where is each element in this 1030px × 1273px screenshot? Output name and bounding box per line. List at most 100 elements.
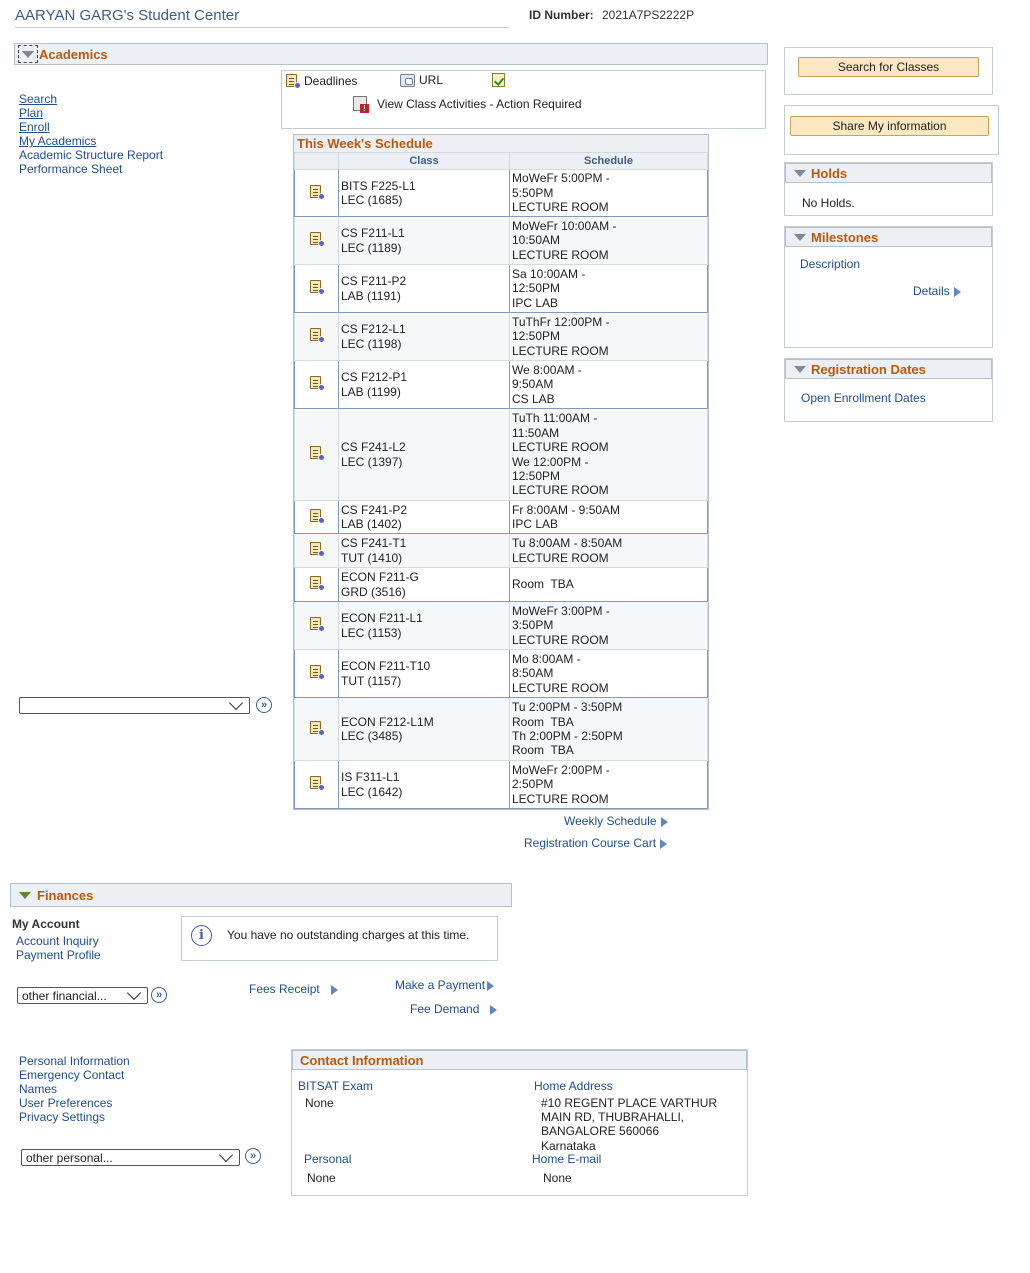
collapse-academics-toggle[interactable] — [18, 45, 38, 63]
academics-go-button[interactable]: » — [256, 697, 272, 713]
home-email-link[interactable]: Home E-mail — [532, 1152, 601, 1166]
home-address-link[interactable]: Home Address — [534, 1079, 613, 1093]
milestones-description-link[interactable]: Description — [800, 257, 860, 271]
url-link[interactable]: URL — [400, 73, 443, 87]
class-details-cell — [294, 312, 339, 361]
make-a-payment-link[interactable]: Make a Payment — [395, 978, 495, 992]
class-details-cell — [294, 408, 339, 501]
milestones-panel: Milestones Description Details — [784, 226, 993, 348]
class-cell: CS F212-L1 LEC (1198) — [338, 312, 510, 361]
class-details-icon[interactable] — [309, 575, 325, 592]
academic-structure-report-link[interactable]: Academic Structure Report — [19, 148, 163, 162]
schedule-row: CS F241-T1 TUT (1410) Tu 8:00AM - 8:50AM LE… — [294, 533, 708, 568]
schedule-row: CS F212-L1 LEC (1198) TuThFr 12:00PM -12:5… — [294, 312, 708, 361]
fees-receipt-link[interactable]: Fees Receipt — [249, 982, 338, 996]
class-column-header: Class — [338, 152, 510, 170]
collapse-triangle-icon[interactable] — [794, 233, 806, 241]
class-details-icon[interactable] — [309, 445, 325, 462]
payment-profile-link[interactable]: Payment Profile — [16, 948, 101, 962]
arrow-right-icon — [660, 838, 668, 849]
class-details-icon[interactable] — [309, 184, 325, 200]
schedule-line: Room TBA — [512, 743, 574, 758]
class-section: TUT (1410) — [341, 550, 403, 565]
schedule-line: 12:50PM — [512, 329, 561, 344]
schedule-line: 5:50PM — [512, 185, 554, 200]
class-cell: CS F211-L1 LEC (1189) — [338, 216, 510, 265]
search-for-classes-button[interactable]: Search for Classes — [798, 57, 979, 77]
class-details-icon[interactable] — [309, 616, 325, 633]
user-preferences-link[interactable]: User Preferences — [19, 1096, 112, 1110]
collapse-triangle-icon[interactable] — [794, 365, 806, 373]
search-link[interactable]: Search — [19, 92, 57, 106]
schedule-line: 8:50AM — [512, 666, 554, 681]
schedule-line: LECTURE ROOM — [512, 200, 609, 215]
emergency-contact-link[interactable]: Emergency Contact — [19, 1068, 124, 1082]
schedule-row: ECON F212-L1M LEC (3485) Tu 2:00PM - 3:50P… — [294, 697, 708, 761]
class-details-icon[interactable] — [309, 541, 325, 558]
plan-link[interactable]: Plan — [19, 106, 43, 120]
class-details-icon[interactable] — [309, 775, 325, 792]
personal-phone-link[interactable]: Personal — [304, 1152, 351, 1166]
academics-dropdown[interactable] — [19, 695, 250, 714]
personal-links: Personal Information Emergency Contact N… — [19, 1054, 130, 1124]
class-details-icon[interactable] — [309, 279, 325, 296]
class-details-icon[interactable] — [309, 375, 325, 392]
bitsat-exam-link[interactable]: BITSAT Exam — [298, 1079, 373, 1093]
performance-sheet-link[interactable]: Performance Sheet — [19, 162, 122, 176]
id-number-value: 2021A7PS2222P — [602, 8, 695, 22]
names-link[interactable]: Names — [19, 1082, 57, 1096]
schedule-cell: Mo 8:00AM -8:50AM LECTURE ROOM — [509, 649, 708, 698]
schedule-title: This Week's Schedule — [294, 135, 708, 152]
class-cell: CS F241-T1 TUT (1410) — [338, 533, 510, 568]
outstanding-charges-box: i You have no outstanding charges at thi… — [181, 916, 498, 961]
schedule-line: Room TBA — [512, 577, 574, 592]
other-personal-value: other personal... — [26, 1150, 113, 1165]
class-details-cell — [294, 360, 339, 409]
bitsat-exam-value: None — [305, 1096, 334, 1110]
share-info-box: Share My information — [784, 105, 999, 155]
schedule-cell: MoWeFr 5:00PM -5:50PM LECTURE ROOM — [509, 169, 708, 217]
fee-demand-link[interactable]: Fee Demand — [410, 1002, 498, 1016]
collapse-triangle-icon — [22, 50, 34, 58]
collapse-triangle-icon[interactable] — [19, 891, 31, 899]
enroll-link[interactable]: Enroll — [19, 120, 50, 134]
class-code: ECON F211-G — [341, 570, 419, 585]
class-cell: ECON F211-T10 TUT (1157) — [338, 649, 510, 698]
class-details-cell — [294, 216, 339, 265]
other-financial-dropdown[interactable]: other financial... — [17, 985, 148, 1004]
schedule-line: Tu 2:00PM - 3:50PM — [512, 700, 623, 715]
contact-information-panel: Contact Information BITSAT Exam None Hom… — [291, 1049, 748, 1196]
collapse-triangle-icon[interactable] — [794, 169, 806, 177]
class-section: LEC (3485) — [341, 729, 403, 743]
class-section: LEC (1153) — [341, 625, 402, 640]
class-code: CS F211-P2 — [341, 274, 407, 289]
personal-information-link[interactable]: Personal Information — [19, 1054, 130, 1068]
other-personal-dropdown[interactable]: other personal... — [21, 1147, 240, 1166]
class-details-cell — [294, 601, 339, 650]
schedule-cell: Room TBA — [509, 567, 708, 602]
class-details-icon[interactable] — [309, 664, 325, 681]
checklist-link[interactable] — [492, 73, 505, 87]
my-account-label: My Account — [12, 917, 80, 931]
schedule-line: TuThFr 12:00PM - — [512, 314, 610, 329]
class-details-icon[interactable] — [309, 508, 325, 524]
class-details-icon[interactable] — [309, 327, 325, 344]
deadlines-link[interactable]: Deadlines — [286, 73, 357, 89]
weekly-schedule-link[interactable]: Weekly Schedule — [564, 814, 668, 828]
my-academics-link[interactable]: My Academics — [19, 134, 96, 148]
privacy-settings-link[interactable]: Privacy Settings — [19, 1110, 105, 1124]
class-details-icon[interactable] — [309, 720, 325, 736]
open-enrollment-dates-link[interactable]: Open Enrollment Dates — [801, 391, 926, 405]
schedule-line: LECTURE ROOM — [512, 632, 609, 647]
milestones-details-link[interactable]: Details — [913, 284, 961, 298]
share-my-information-button[interactable]: Share My information — [790, 116, 989, 136]
class-details-cell — [294, 697, 339, 761]
account-inquiry-link[interactable]: Account Inquiry — [16, 934, 99, 948]
financial-go-button[interactable]: » — [151, 987, 167, 1003]
class-section: TUT (1157) — [341, 673, 402, 688]
personal-go-button[interactable]: » — [245, 1148, 261, 1164]
registration-course-cart-link[interactable]: Registration Course Cart — [524, 836, 668, 850]
class-activities-link[interactable]: View Class Activities - Action Required — [353, 96, 582, 113]
class-details-icon[interactable] — [309, 231, 325, 248]
class-code: BITS F225-L1 — [341, 178, 416, 193]
